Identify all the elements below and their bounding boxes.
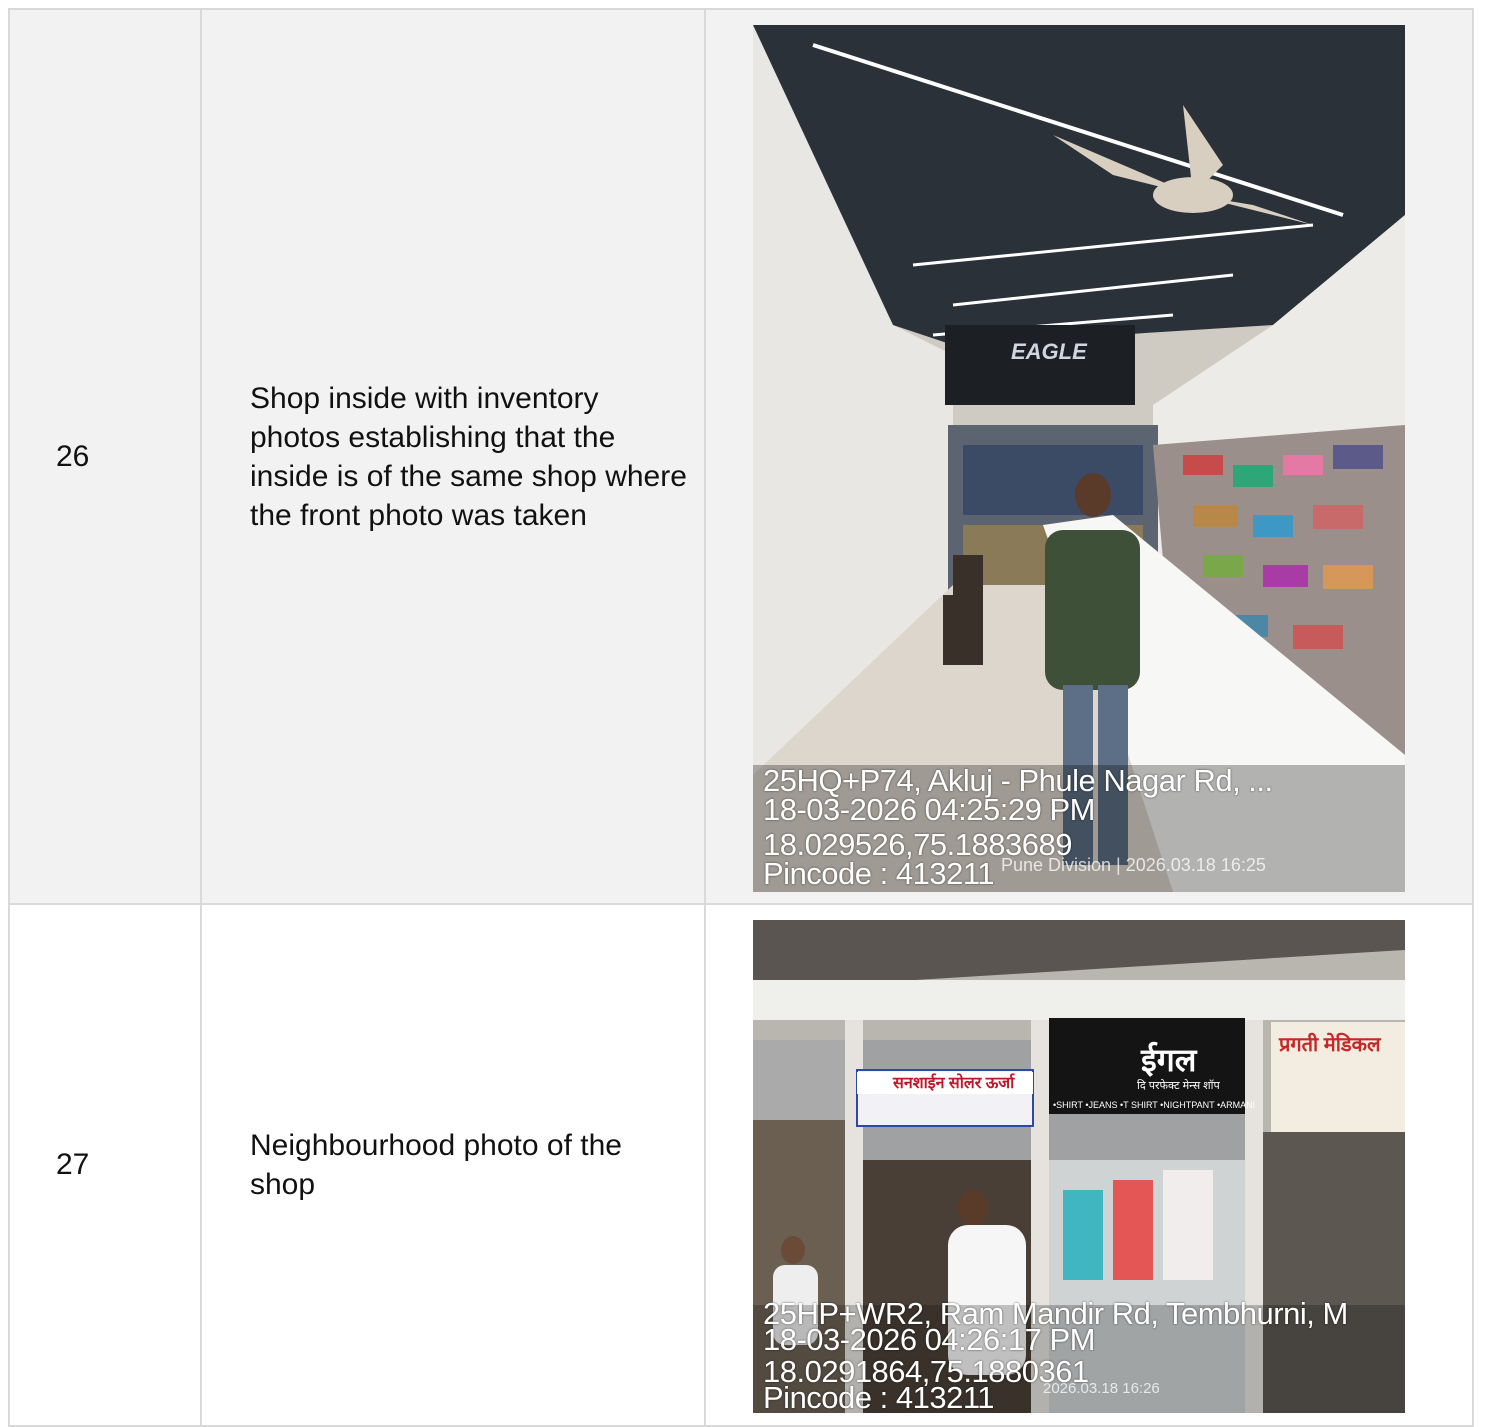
overlay-address: 25HQ+P74, Akluj - Phule Nagar Rd, ... xyxy=(763,763,1273,798)
photo-cell: सनशाईन सोलर ऊर्जा ईगल दि परफेक्ट मेन्स श… xyxy=(704,903,1474,1427)
photo-table: 26 Shop inside with inventory photos est… xyxy=(8,8,1474,1427)
geo-overlay: 25HP+WR2, Ram Mandir Rd, Tembhurni, M 18… xyxy=(763,1298,1348,1413)
solar-sign-text: सनशाईन सोलर ऊर्जा xyxy=(893,1075,1015,1092)
row-number: 26 xyxy=(8,8,202,905)
overlay-coords: 18.029526,75.1883689 xyxy=(763,827,1072,862)
photo-cell: EAGLE Pune Division | 2026.03.18 16:25 2… xyxy=(704,8,1474,905)
eagle-sign-subtitle: दि परफेक्ट मेन्स शॉप xyxy=(1137,1080,1220,1092)
eagle-sign-items: •SHIRT •JEANS •T SHIRT •NIGHTPANT •ARMAN… xyxy=(1053,1100,1256,1110)
row-description: Neighbourhood photo of the shop xyxy=(200,903,706,1427)
geo-overlay: 25HQ+P74, Akluj - Phule Nagar Rd, ... 18… xyxy=(763,763,1273,891)
row-description: Shop inside with inventory photos establ… xyxy=(200,8,706,905)
sign-text: EAGLE xyxy=(1011,339,1087,364)
overlay-datetime: 18-03-2026 04:25:29 PM xyxy=(763,792,1095,827)
row-number: 27 xyxy=(8,903,202,1427)
table-row: 27 Neighbourhood photo of the shop सनशाई… xyxy=(8,903,1474,1427)
neighbourhood-photo: सनशाईन सोलर ऊर्जा ईगल दि परफेक्ट मेन्स श… xyxy=(753,920,1405,1413)
overlay-pincode: Pincode : 413211 xyxy=(763,856,995,891)
eagle-sign-title: ईगल xyxy=(1141,1042,1197,1078)
table-row: 26 Shop inside with inventory photos est… xyxy=(8,8,1474,905)
medical-sign-text: प्रगती मेडिकल xyxy=(1279,1034,1381,1056)
shop-inside-photo: EAGLE Pune Division | 2026.03.18 16:25 2… xyxy=(753,25,1405,892)
